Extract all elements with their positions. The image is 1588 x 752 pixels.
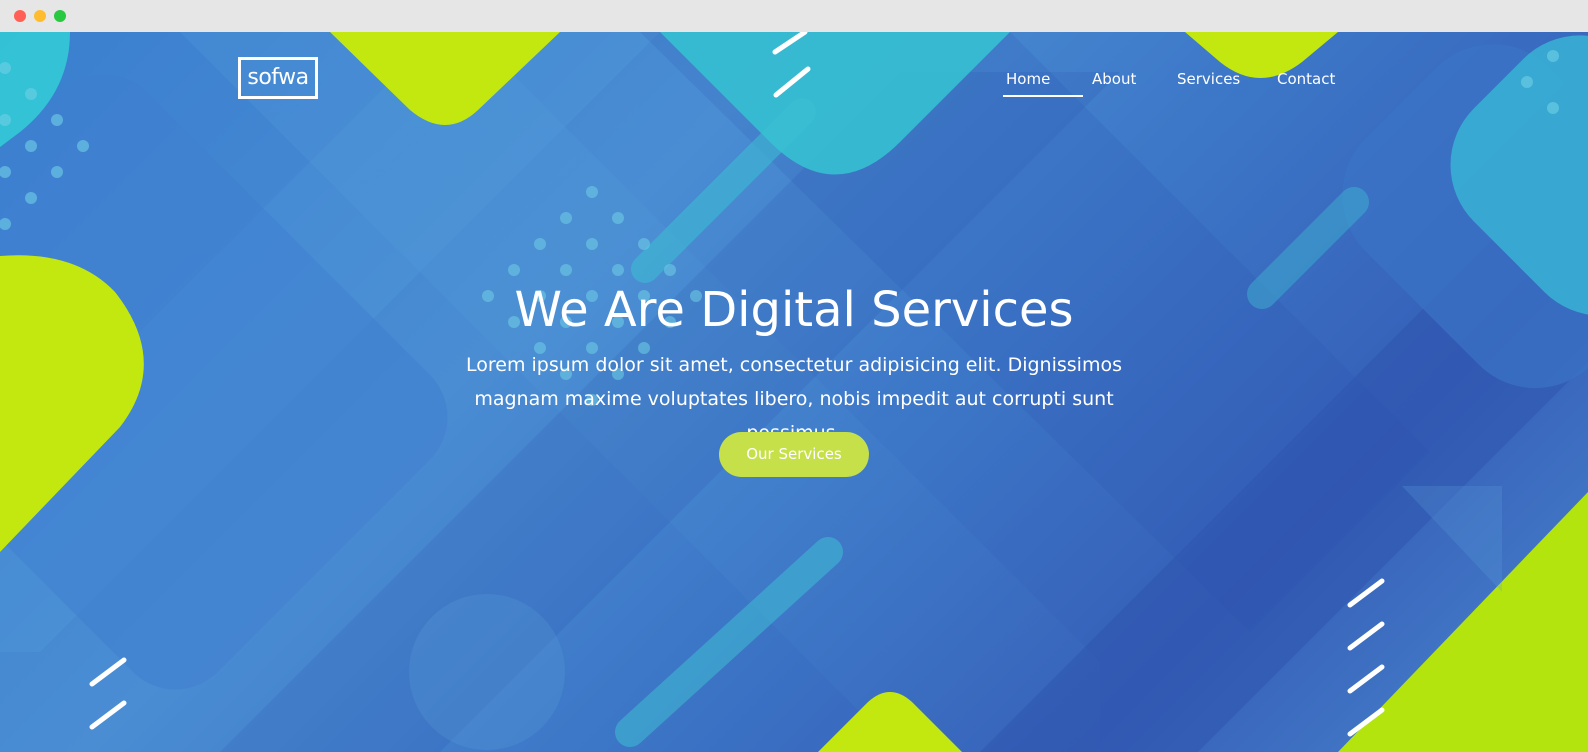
minimize-window-button[interactable] — [34, 10, 46, 22]
nav-item-services[interactable]: Services — [1177, 68, 1240, 90]
hero-title: We Are Digital Services — [514, 282, 1074, 338]
brand-logo[interactable]: sofwa — [238, 57, 318, 99]
nav-item-home[interactable]: Home — [1006, 68, 1050, 90]
our-services-button[interactable]: Our Services — [719, 432, 869, 477]
close-window-button[interactable] — [14, 10, 26, 22]
maximize-window-button[interactable] — [54, 10, 66, 22]
nav-item-about[interactable]: About — [1092, 68, 1136, 90]
hero-section: sofwa Home About Services Contact We Are… — [0, 32, 1588, 752]
browser-window: sofwa Home About Services Contact We Are… — [0, 0, 1588, 752]
nav-item-contact[interactable]: Contact — [1277, 68, 1335, 90]
active-nav-indicator — [1003, 95, 1083, 97]
window-titlebar — [0, 0, 1588, 32]
